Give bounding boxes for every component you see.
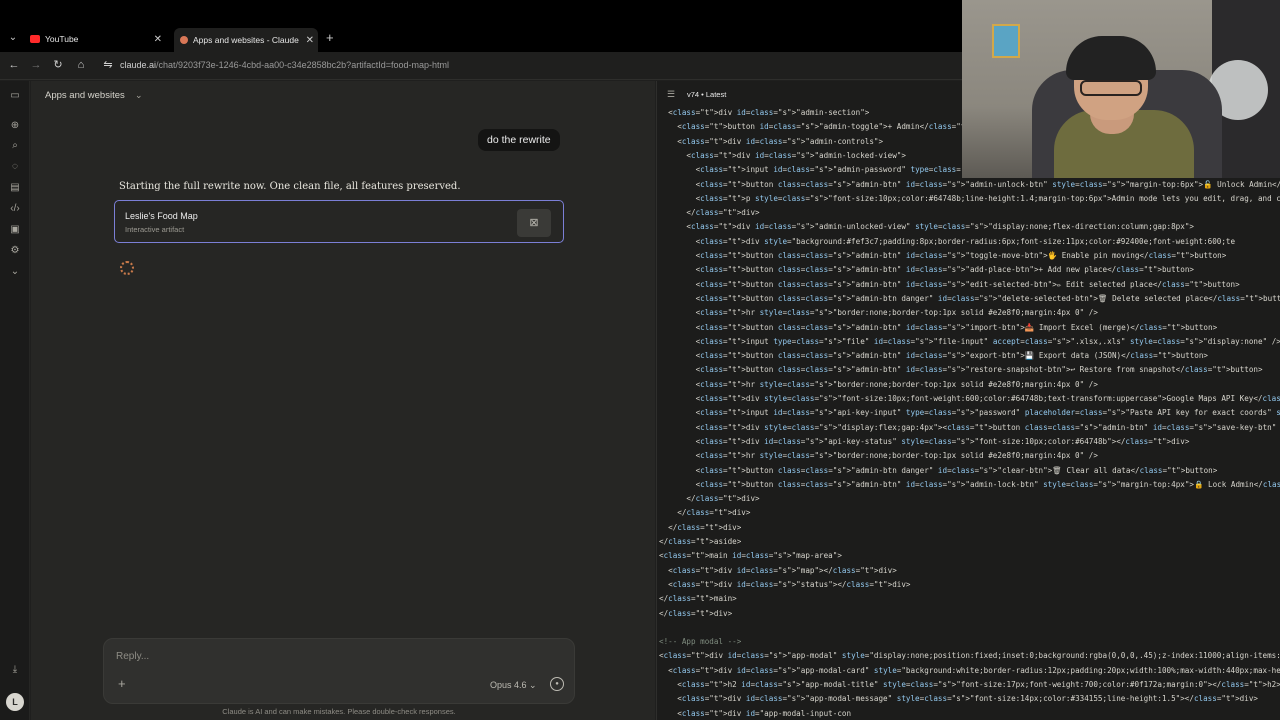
- chats-icon[interactable]: ◌: [8, 160, 22, 174]
- code-line: <class="t">button class=class="s">"admin…: [659, 293, 1280, 303]
- code-line: </class="t">aside>: [659, 537, 742, 546]
- code-line: <class="t">hr style=class="s">"border:no…: [659, 379, 1098, 389]
- tab-label: Apps and websites - Claude: [193, 35, 299, 45]
- chat-title[interactable]: Apps and websites: [45, 90, 125, 101]
- artifact-card[interactable]: Leslie's Food Map Interactive artifact ⊠: [114, 200, 564, 243]
- artifacts-icon[interactable]: ▣: [8, 223, 22, 237]
- code-line: <class="t">input type=class="s">"file" i…: [659, 336, 1280, 346]
- avatar[interactable]: L: [6, 693, 24, 711]
- model-label: Opus 4.6: [490, 680, 527, 690]
- user-message: do the rewrite: [478, 129, 560, 151]
- code-line: </class="t">main>: [659, 594, 737, 604]
- code-line: <class="t">main id=class="s">"map-area">: [659, 551, 842, 561]
- new-tab-icon[interactable]: +: [326, 31, 334, 44]
- webcam-overlay: [962, 0, 1280, 178]
- version-label[interactable]: v74 • Latest: [687, 90, 726, 99]
- url-domain: claude.ai: [120, 60, 157, 70]
- code-line: <class="t">div id=class="s">"status"></c…: [659, 579, 911, 589]
- artifact-title: Leslie's Food Map: [125, 211, 198, 221]
- close-tab-icon[interactable]: ✕: [306, 35, 314, 46]
- code-line: <class="t">div id=class="s">"map"></clas…: [659, 565, 897, 575]
- settings-icon[interactable]: ⚙: [8, 244, 22, 258]
- close-tab-icon[interactable]: ✕: [154, 34, 162, 45]
- message-composer: + Opus 4.6 ⌄ ●: [103, 638, 575, 704]
- address-bar[interactable]: claude.ai/chat/9203f73e-1246-4cbd-aa00-c…: [120, 60, 449, 70]
- code-line: <class="t">div style=class="s">"display:…: [659, 422, 1280, 432]
- forward-arrow-icon[interactable]: →: [29, 58, 43, 72]
- assistant-message: Starting the full rewrite now. One clean…: [119, 181, 461, 192]
- youtube-favicon-icon: [30, 35, 40, 43]
- code-line: <class="t">div id=class="s">"api-key-sta…: [659, 436, 1190, 446]
- sidebar-toggle-icon[interactable]: ▭: [8, 89, 22, 103]
- code-line: <class="t">p style=class="s">"font-size:…: [659, 193, 1280, 203]
- code-line: <class="t">button class=class="s">"admin…: [659, 465, 1218, 475]
- reload-icon[interactable]: ↻: [51, 58, 65, 72]
- code-line: <class="t">div id=class="s">"app-modal-c…: [659, 665, 1280, 675]
- site-info-icon[interactable]: ⇋: [101, 58, 115, 72]
- code-line: <class="t">hr style=class="s">"border:no…: [659, 451, 1098, 461]
- search-icon[interactable]: ⌕: [8, 139, 22, 153]
- code-line: <class="t">button class=class="s">"admin…: [659, 479, 1280, 489]
- url-path: /chat/9203f73e-1246-4cbd-aa00-c34e2858bc…: [156, 60, 449, 70]
- webcam-picture-frame: [992, 24, 1020, 58]
- code-line: </class="t">div>: [659, 494, 760, 504]
- code-line: <class="t">div id=class="s">"app-modal" …: [659, 651, 1280, 661]
- model-selector[interactable]: Opus 4.6 ⌄: [490, 680, 537, 691]
- chevron-down-icon: ⌄: [529, 680, 537, 690]
- code-line: <class="t">button class=class="s">"admin…: [659, 351, 1209, 361]
- claude-favicon-icon: [180, 36, 188, 44]
- code-line: <class="t">button class=class="s">"admin…: [659, 322, 1218, 332]
- code-line: <class="t">button class=class="s">"admin…: [659, 279, 1240, 289]
- code-line: <class="t">hr style=class="s">"border:no…: [659, 308, 1098, 318]
- code-line: </class="t">div>: [659, 608, 733, 618]
- code-icon[interactable]: ‹/›: [8, 202, 22, 216]
- code-line: <class="t">div id="app-modal-input-con: [659, 708, 852, 718]
- code-line: <class="t">button class=class="s">"admin…: [659, 265, 1194, 275]
- code-line: <class="t">div style=class="s">"font-siz…: [659, 394, 1280, 403]
- add-attachment-icon[interactable]: +: [118, 677, 126, 691]
- code-line: <class="t">div style="background:#fef3c7…: [659, 236, 1236, 246]
- home-icon[interactable]: ⌂: [74, 58, 88, 72]
- code-line: <class="t">h2 id=class="s">"app-modal-ti…: [659, 680, 1280, 689]
- chat-pane: Apps and websites ⌄ do the rewrite Start…: [31, 81, 655, 720]
- webcam-person-glasses: [1080, 80, 1142, 96]
- loading-spinner-icon: [120, 261, 134, 275]
- tab-list-chevron-icon[interactable]: ⌄: [6, 31, 20, 45]
- download-icon[interactable]: ⤓: [8, 663, 22, 677]
- code-line: <class="t">div id=class="s">"admin-unloc…: [659, 222, 1194, 232]
- chevron-down-icon[interactable]: ⌄: [135, 90, 143, 101]
- tab-claude[interactable]: Apps and websites - Claude ✕: [174, 28, 318, 52]
- back-arrow-icon[interactable]: ←: [7, 58, 21, 72]
- projects-icon[interactable]: ▤: [8, 181, 22, 195]
- chevron-down-icon[interactable]: ⌄: [8, 265, 22, 279]
- reply-input[interactable]: [116, 651, 476, 662]
- code-line: </class="t">div>: [659, 522, 742, 532]
- code-line: <class="t">button class=class="s">"admin…: [659, 251, 1227, 260]
- code-line: <!-- App modal -->: [659, 637, 742, 647]
- sidebar-rail: ▭ ⊕ ⌕ ◌ ▤ ‹/› ▣ ⚙ ⌄ ⤓ L: [0, 81, 30, 720]
- artifact-preview-icon: ⊠: [517, 209, 551, 237]
- tab-youtube[interactable]: YouTube ✕: [30, 30, 166, 48]
- code-line: <class="t">input id=class="s">"api-key-i…: [659, 408, 1280, 418]
- versions-menu-icon[interactable]: ☰: [667, 89, 675, 100]
- code-line: <class="t">div id=class="s">"app-modal-m…: [659, 694, 1258, 704]
- disclaimer: Claude is AI and can make mistakes. Plea…: [222, 707, 456, 716]
- code-line: <class="t">button class=class="s">"admin…: [659, 365, 1263, 375]
- code-line: <class="t">button class=class="s">"admin…: [659, 179, 1280, 189]
- code-line: </class="t">div>: [659, 508, 751, 518]
- code-line: </class="t">div>: [659, 208, 760, 218]
- tab-label: YouTube: [45, 34, 79, 44]
- new-chat-icon[interactable]: ⊕: [8, 119, 22, 133]
- voice-mode-icon[interactable]: ●: [550, 677, 564, 691]
- artifact-subtitle: Interactive artifact: [125, 225, 185, 234]
